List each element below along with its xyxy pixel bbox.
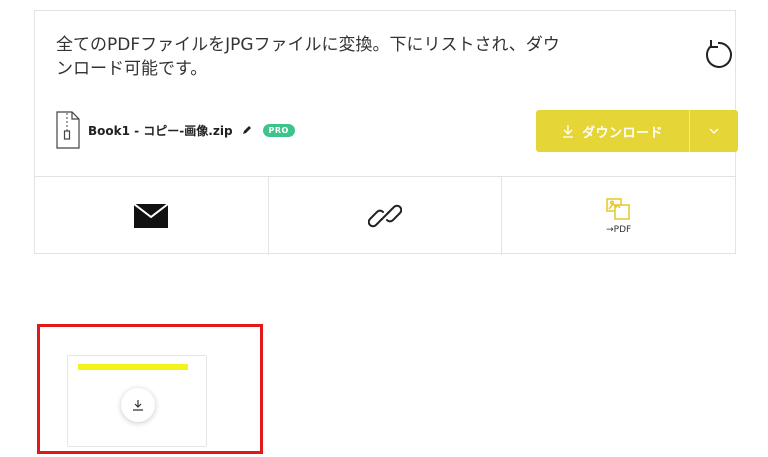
email-button[interactable] <box>35 177 268 255</box>
pro-badge: PRO <box>262 123 295 137</box>
file-row: Book1 - コピー-画像.zip PRO <box>56 109 295 151</box>
link-icon <box>368 204 402 228</box>
download-options-button[interactable] <box>690 110 738 152</box>
result-card: 全てのPDFファイルをJPGファイルに変換。下にリストされ、ダウ ンロード可能で… <box>34 10 738 255</box>
download-label: ダウンロード <box>581 125 663 141</box>
image-thumbnail[interactable] <box>67 355 207 447</box>
download-button[interactable]: ダウンロード <box>536 110 738 152</box>
conversion-message: 全てのPDFファイルをJPGファイルに変換。下にリストされ、ダウ ンロード可能で… <box>56 33 656 81</box>
file-name: Book1 - コピー-画像.zip <box>88 123 233 138</box>
to-pdf-label: →PDF <box>606 225 632 235</box>
thumbnail-header-bar <box>78 364 188 370</box>
message-line-1: 全てのPDFファイルをJPGファイルに変換。下にリストされ、ダウ <box>56 35 560 55</box>
chevron-down-icon <box>709 128 719 134</box>
share-actions: →PDF <box>35 176 735 255</box>
image-to-pdf-icon <box>605 198 630 220</box>
download-icon <box>562 125 573 138</box>
mail-icon <box>134 204 169 228</box>
message-line-2: ンロード可能です。 <box>56 59 208 79</box>
restart-icon[interactable] <box>700 37 736 73</box>
thumbnail-download-button[interactable] <box>121 388 155 422</box>
download-icon <box>133 400 143 411</box>
convert-to-pdf-button[interactable]: →PDF <box>501 177 735 255</box>
pencil-icon[interactable] <box>241 124 253 136</box>
copy-link-button[interactable] <box>267 177 502 255</box>
zip-file-icon <box>56 111 80 149</box>
download-main[interactable]: ダウンロード <box>536 110 689 152</box>
